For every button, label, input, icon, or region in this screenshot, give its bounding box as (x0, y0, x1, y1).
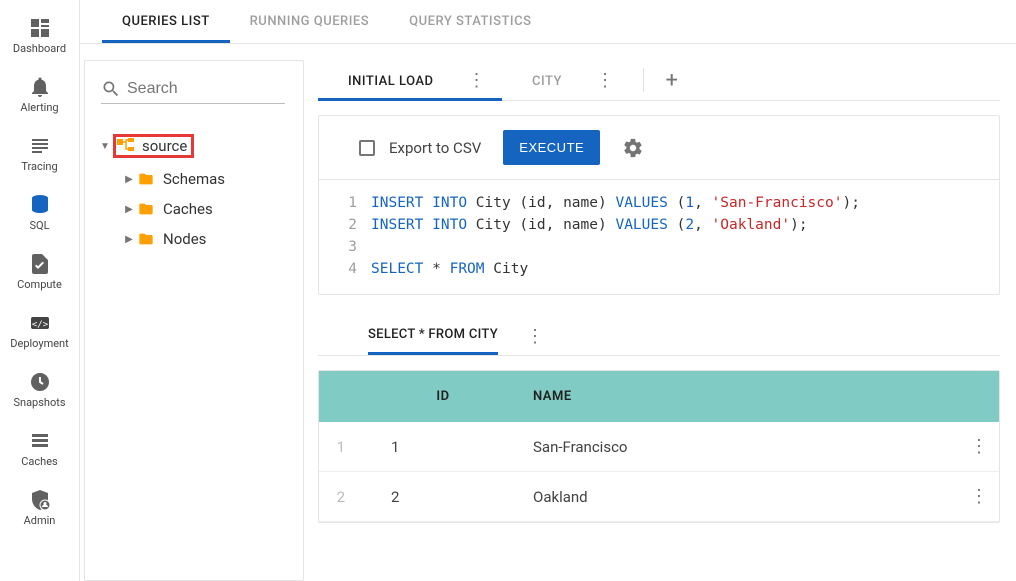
nav-label: Alerting (20, 101, 58, 114)
result-table: ID NAME 11San-Francisco⋮22Oakland⋮ (319, 371, 999, 522)
nav-admin[interactable]: Admin (0, 480, 79, 539)
caret-right-icon: ▶ (121, 204, 137, 215)
sql-editor[interactable]: 1INSERT INTO City (id, name) VALUES (1, … (319, 179, 999, 294)
export-csv-label: Export to CSV (389, 139, 481, 157)
nav-compute[interactable]: Compute (0, 244, 79, 303)
nav-caches[interactable]: Caches (0, 421, 79, 480)
nav-label: SQL (29, 219, 49, 232)
bell-icon (28, 75, 52, 99)
query-editor-card: Export to CSV EXECUTE 1INSERT INTO City … (318, 115, 1000, 295)
query-tab-initial-load[interactable]: INITIAL LOAD ⋮ (318, 60, 502, 100)
result-tab-more-icon[interactable]: ⋮ (526, 326, 544, 347)
cell-id: 2 (363, 472, 523, 522)
folder-icon (137, 200, 157, 218)
col-id: ID (363, 371, 523, 422)
result-card: ID NAME 11San-Francisco⋮22Oakland⋮ (318, 370, 1000, 523)
svg-text:</>: </> (31, 320, 48, 330)
nav-label: Snapshots (13, 396, 65, 409)
tab-more-icon[interactable]: ⋮ (590, 72, 621, 90)
result-tab[interactable]: SELECT * FROM CITY (368, 317, 498, 355)
caret-right-icon: ▶ (121, 234, 137, 245)
add-tab-button[interactable]: + (656, 68, 688, 93)
row-more-icon[interactable]: ⋮ (959, 422, 999, 472)
lines-icon (28, 134, 52, 158)
cell-name: Oakland (523, 472, 959, 522)
stack-icon (28, 429, 52, 453)
nav-label: Tracing (21, 160, 57, 173)
tab-more-icon[interactable]: ⋮ (462, 72, 493, 90)
row-number: 1 (319, 422, 363, 472)
nav-alerting[interactable]: Alerting (0, 67, 79, 126)
export-csv-checkbox[interactable] (359, 140, 375, 156)
shielduser-icon (28, 488, 52, 512)
result-tabs: SELECT * FROM CITY ⋮ (318, 317, 1000, 356)
query-tabs: INITIAL LOAD ⋮ CITY ⋮ + (318, 60, 1000, 101)
top-tabs: QUERIES LISTRUNNING QUERIESQUERY STATIST… (80, 0, 1016, 44)
tab-separator (643, 68, 644, 92)
execute-button[interactable]: EXECUTE (503, 130, 600, 165)
nav-label: Deployment (10, 337, 68, 350)
row-more-icon[interactable]: ⋮ (959, 472, 999, 522)
tree-root-label: source (142, 137, 187, 155)
col-name: NAME (523, 371, 959, 422)
brackets-icon: </> (28, 311, 52, 335)
tree-item-label: Caches (163, 200, 213, 218)
nav-label: Admin (24, 514, 56, 527)
datasource-icon (116, 137, 136, 155)
dashboard-icon (28, 16, 52, 40)
top-tab-query-statistics[interactable]: QUERY STATISTICS (389, 0, 551, 43)
tree-item-label: Nodes (163, 230, 206, 248)
nav-label: Dashboard (13, 42, 66, 55)
caret-right-icon: ▶ (121, 174, 137, 185)
nav-deployment[interactable]: </> Deployment (0, 303, 79, 362)
tree-item-caches[interactable]: ▶ Caches (121, 194, 291, 224)
table-row: 11San-Francisco⋮ (319, 422, 999, 472)
main: QUERIES LISTRUNNING QUERIESQUERY STATIST… (80, 0, 1016, 581)
query-tab-label: INITIAL LOAD (348, 74, 434, 89)
gear-icon[interactable] (622, 137, 644, 159)
clock-icon (28, 370, 52, 394)
tree-panel: ▼ source ▶ Schemas ▶ Caches ▶ Nodes (84, 60, 304, 581)
query-tab-label: CITY (532, 74, 562, 89)
folder-icon (137, 230, 157, 248)
database-icon (28, 193, 52, 217)
cell-name: San-Francisco (523, 422, 959, 472)
table-row: 22Oakland⋮ (319, 472, 999, 522)
tree-root-source[interactable]: ▼ source (97, 128, 291, 164)
tree-item-nodes[interactable]: ▶ Nodes (121, 224, 291, 254)
query-tab-city[interactable]: CITY ⋮ (502, 60, 630, 100)
folder-icon (137, 170, 157, 188)
nav-tracing[interactable]: Tracing (0, 126, 79, 185)
right-panel: INITIAL LOAD ⋮ CITY ⋮ + Export to CSV EXECUT… (318, 60, 1000, 581)
filecheck-icon (28, 252, 52, 276)
top-tab-running-queries[interactable]: RUNNING QUERIES (230, 0, 390, 43)
top-tab-queries-list[interactable]: QUERIES LIST (102, 0, 230, 43)
nav-dashboard[interactable]: Dashboard (0, 8, 79, 67)
search-input[interactable] (127, 80, 285, 98)
row-number: 2 (319, 472, 363, 522)
nav-label: Caches (21, 455, 57, 468)
cell-id: 1 (363, 422, 523, 472)
search-icon (101, 79, 121, 99)
tree-item-label: Schemas (163, 170, 225, 188)
sidebar: Dashboard Alerting Tracing SQL Compute </> Dep… (0, 0, 80, 581)
nav-sql[interactable]: SQL (0, 185, 79, 244)
caret-down-icon: ▼ (97, 141, 113, 152)
nav-snapshots[interactable]: Snapshots (0, 362, 79, 421)
nav-label: Compute (17, 278, 62, 291)
tree-item-schemas[interactable]: ▶ Schemas (121, 164, 291, 194)
